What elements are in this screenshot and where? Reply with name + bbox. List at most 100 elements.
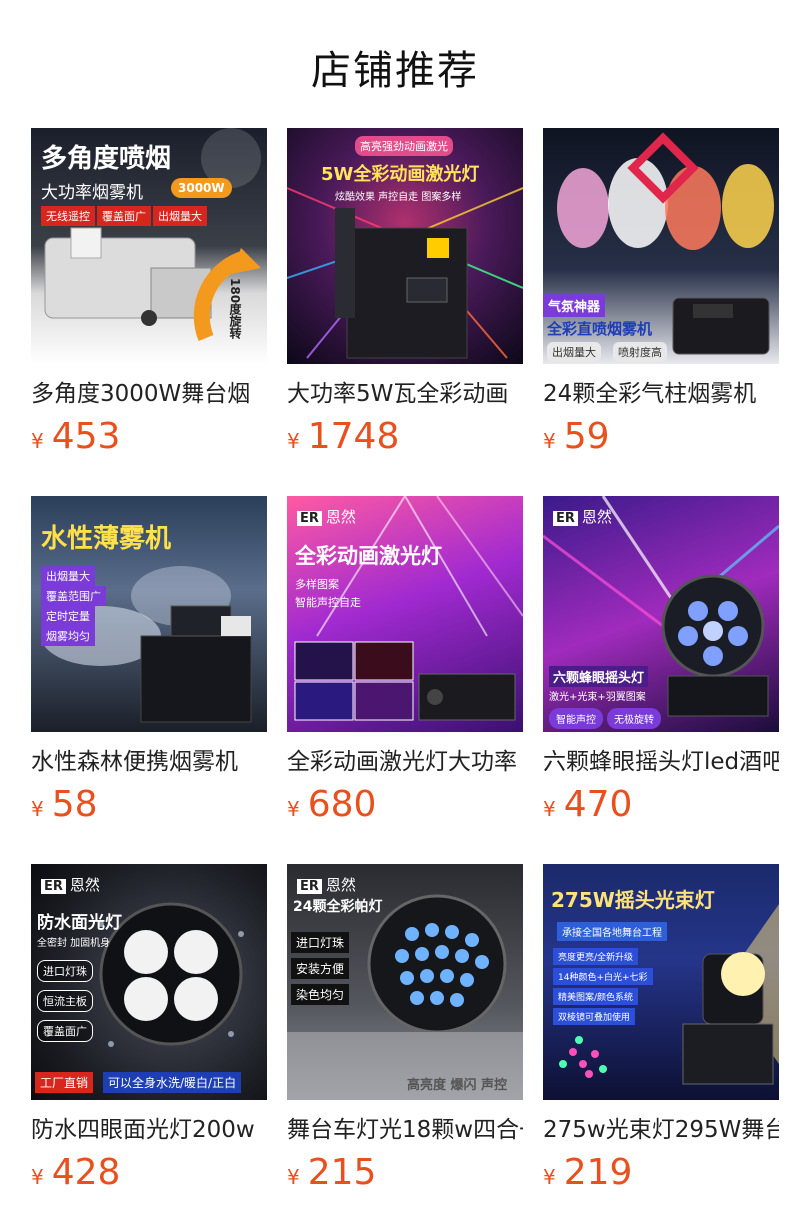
product-price: ¥ 215 (287, 1152, 523, 1193)
image-headline: 水性薄雾机 (41, 524, 172, 554)
image-badge: 3000W (171, 178, 232, 198)
product-card[interactable]: 气氛神器 全彩直喷烟雾机 出烟量大 喷射度高 24颗全彩气柱烟雾机 ¥ 59 (543, 128, 779, 457)
product-price: ¥ 59 (543, 416, 779, 457)
image-bullet: 进口灯珠 (37, 960, 93, 982)
image-bullet: 精美图案/颜色系统 (553, 988, 639, 1005)
price-value: 428 (51, 1152, 121, 1193)
image-footer-tag: 工厂直销 (35, 1072, 94, 1093)
product-card[interactable]: 275W摇头光束灯 承接全国各地舞台工程 亮度更亮/全新升级 14种颜色+白光+… (543, 864, 779, 1193)
page-title: 店铺推荐 (311, 48, 479, 94)
product-name[interactable]: 防水四眼面光灯200w (31, 1114, 267, 1146)
image-subheadline: 智能声控自走 (295, 596, 361, 609)
product-image[interactable]: ER 恩然 防水面光灯 全密封 加固机身 进口灯珠 恒流主板 覆盖面广 工厂直销 … (31, 864, 267, 1100)
product-card[interactable]: 多角度喷烟 大功率烟雾机 3000W 无线遥控 覆盖面广 出烟量大 180度旋转… (31, 128, 267, 457)
brand-logo: ER 恩然 (553, 506, 612, 527)
product-name[interactable]: 24颗全彩气柱烟雾机 (543, 378, 779, 410)
product-price: ¥ 428 (31, 1152, 267, 1193)
brand-logo: ER 恩然 (297, 874, 356, 895)
image-subheadline: 激光+光束+羽翼图案 (549, 692, 646, 703)
product-price: ¥ 1748 (287, 416, 523, 457)
product-name[interactable]: 多角度3000W舞台烟 (31, 378, 267, 410)
image-headline: 全彩直喷烟雾机 (547, 320, 653, 338)
image-headline: 275W摇头光束灯 (551, 888, 715, 912)
image-tag: 无极旋转 (607, 708, 661, 729)
image-tag: 出烟量大 (547, 342, 601, 362)
image-subheadline: 全密封 加固机身 (37, 938, 111, 949)
image-bullet: 双棱镜可叠加使用 (553, 1008, 636, 1025)
price-value: 59 (563, 416, 610, 457)
image-tag: 覆盖范围广 (41, 586, 106, 606)
image-bullet: 14种颜色+白光+七彩 (553, 968, 653, 985)
image-tag: 烟雾均匀 (41, 626, 95, 646)
currency-symbol: ¥ (287, 1165, 300, 1189)
product-image[interactable]: 多角度喷烟 大功率烟雾机 3000W 无线遥控 覆盖面广 出烟量大 180度旋转 (31, 128, 267, 364)
image-subheadline: 炫酷效果 声控自走 图案多样 (335, 192, 462, 203)
image-tag: 智能声控 (549, 708, 603, 729)
price-value: 453 (51, 416, 121, 457)
price-value: 215 (307, 1152, 377, 1193)
product-card[interactable]: ER 恩然 防水面光灯 全密封 加固机身 进口灯珠 恒流主板 覆盖面广 工厂直销 … (31, 864, 267, 1193)
currency-symbol: ¥ (31, 429, 44, 453)
image-bullet: 亮度更亮/全新升级 (553, 948, 639, 965)
currency-symbol: ¥ (543, 797, 556, 821)
image-tag: 覆盖面广 (97, 206, 151, 226)
currency-symbol: ¥ (543, 429, 556, 453)
product-card[interactable]: ER 恩然 全彩动画激光灯 多样图案 智能声控自走 全彩动画激光灯大功率 ¥ 68… (287, 496, 523, 825)
image-headline: 全彩动画激光灯 (295, 544, 442, 568)
product-card[interactable]: 高亮强劲动画激光 5W全彩动画激光灯 炫酷效果 声控自走 图案多样 大功率5W瓦… (287, 128, 523, 457)
image-headline: 六颗蜂眼摇头灯 (549, 666, 649, 687)
product-name[interactable]: 水性森林便携烟雾机 (31, 746, 267, 778)
image-footer-tag: 可以全身水洗/暖白/正白 (103, 1072, 242, 1093)
product-price: ¥ 219 (543, 1152, 779, 1193)
image-tag: 定时定量 (41, 606, 95, 626)
image-tag: 出烟量大 (41, 566, 95, 586)
product-image[interactable]: 275W摇头光束灯 承接全国各地舞台工程 亮度更亮/全新升级 14种颜色+白光+… (543, 864, 779, 1100)
image-label: 气氛神器 (543, 294, 606, 317)
image-headline: 24颗全彩帕灯 (293, 899, 383, 915)
image-subheadline: 承接全国各地舞台工程 (557, 922, 667, 941)
price-value: 680 (307, 784, 377, 825)
brand-logo: ER 恩然 (297, 506, 356, 527)
currency-symbol: ¥ (287, 797, 300, 821)
product-card[interactable]: ER 恩然 24颗全彩帕灯 进口灯珠 安装方便 染色均匀 高亮度 爆闪 声控 舞台… (287, 864, 523, 1193)
price-value: 58 (51, 784, 98, 825)
image-headline: 5W全彩动画激光灯 (321, 164, 480, 185)
image-rotate-label: 180度旋转 (228, 278, 242, 340)
image-tag: 染色均匀 (291, 984, 350, 1005)
product-image[interactable]: ER 恩然 24颗全彩帕灯 进口灯珠 安装方便 染色均匀 高亮度 爆闪 声控 (287, 864, 523, 1100)
image-subheadline: 大功率烟雾机 (41, 183, 143, 203)
currency-symbol: ¥ (287, 429, 300, 453)
product-name[interactable]: 六颗蜂眼摇头灯led酒吧 (543, 746, 779, 778)
image-bullet: 恒流主板 (37, 990, 93, 1012)
image-tag: 喷射度高 (613, 342, 667, 362)
product-image[interactable]: ER 恩然 全彩动画激光灯 多样图案 智能声控自走 (287, 496, 523, 732)
product-name[interactable]: 275w光束灯295W舞台 (543, 1114, 779, 1146)
image-tag: 无线遥控 (41, 206, 95, 226)
product-card[interactable]: ER 恩然 六颗蜂眼摇头灯 激光+光束+羽翼图案 智能声控 无极旋转 六颗蜂眼摇头… (543, 496, 779, 825)
image-bullet: 覆盖面广 (37, 1020, 93, 1042)
product-image[interactable]: 水性薄雾机 出烟量大 覆盖范围广 定时定量 烟雾均匀 (31, 496, 267, 732)
currency-symbol: ¥ (31, 1165, 44, 1189)
product-card[interactable]: 水性薄雾机 出烟量大 覆盖范围广 定时定量 烟雾均匀 水性森林便携烟雾机 ¥ 5… (31, 496, 267, 825)
price-value: 1748 (307, 416, 400, 457)
product-image[interactable]: 气氛神器 全彩直喷烟雾机 出烟量大 喷射度高 (543, 128, 779, 364)
image-headline: 多角度喷烟 (41, 144, 172, 174)
product-name[interactable]: 大功率5W瓦全彩动画 (287, 378, 523, 410)
image-subheadline: 多样图案 (295, 578, 339, 591)
product-image[interactable]: 高亮强劲动画激光 5W全彩动画激光灯 炫酷效果 声控自走 图案多样 (287, 128, 523, 364)
product-price: ¥ 680 (287, 784, 523, 825)
currency-symbol: ¥ (31, 797, 44, 821)
price-value: 219 (563, 1152, 633, 1193)
image-footer: 高亮度 爆闪 声控 (407, 1078, 508, 1093)
image-tag: 出烟量大 (153, 206, 207, 226)
product-price: ¥ 470 (543, 784, 779, 825)
image-tag: 进口灯珠 (291, 932, 350, 953)
currency-symbol: ¥ (543, 1165, 556, 1189)
image-top-banner: 高亮强劲动画激光 (355, 136, 453, 156)
product-name[interactable]: 全彩动画激光灯大功率 (287, 746, 523, 778)
product-image[interactable]: ER 恩然 六颗蜂眼摇头灯 激光+光束+羽翼图案 智能声控 无极旋转 (543, 496, 779, 732)
product-name[interactable]: 舞台车灯光18颗w四合一 (287, 1114, 523, 1146)
image-headline: 防水面光灯 (37, 913, 122, 933)
price-value: 470 (563, 784, 633, 825)
product-price: ¥ 453 (31, 416, 267, 457)
